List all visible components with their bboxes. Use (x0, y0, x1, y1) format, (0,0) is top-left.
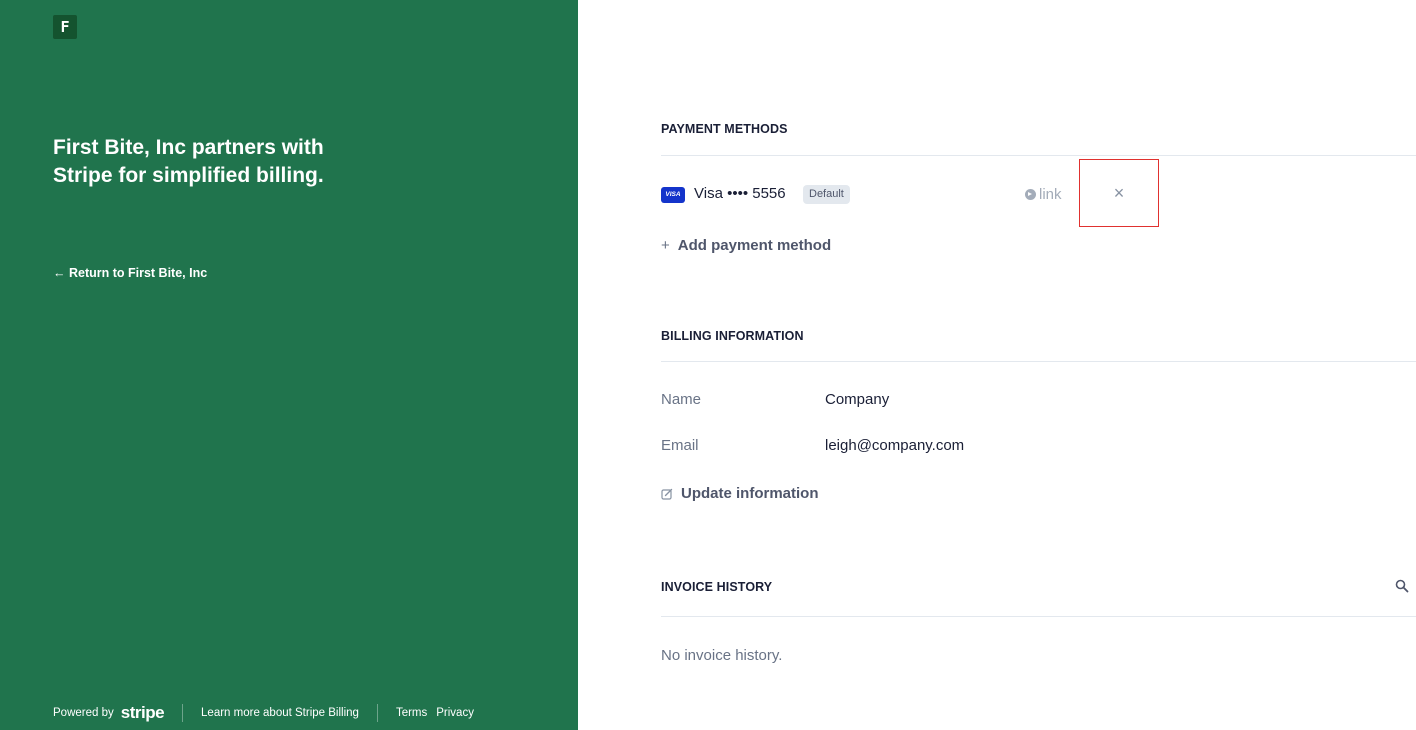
close-icon: × (1113, 182, 1125, 203)
footer-divider (182, 704, 184, 722)
section-divider (661, 616, 1416, 617)
merchant-logo: F (53, 15, 77, 39)
plus-icon: + (661, 237, 670, 254)
link-icon (1025, 189, 1036, 200)
add-payment-method-button[interactable]: + Add payment method (661, 237, 831, 254)
update-information-button[interactable]: Update information (661, 485, 819, 502)
terms-link[interactable]: Terms (396, 707, 427, 719)
logo-letter: F (60, 18, 70, 36)
invoice-history-title: INVOICE HISTORY (661, 580, 773, 594)
email-label: Email (661, 437, 699, 454)
add-payment-method-label: Add payment method (677, 237, 832, 254)
name-value: Company (825, 391, 890, 408)
remove-payment-method-button[interactable]: × (1079, 159, 1159, 227)
brand-headline: First Bite, Inc partners with Stripe for… (53, 136, 324, 187)
update-information-label: Update information (681, 485, 819, 502)
section-divider (661, 155, 1416, 156)
payment-methods-title: PAYMENT METHODS (661, 122, 788, 136)
privacy-link[interactable]: Privacy (436, 707, 474, 719)
empty-invoice-message: No invoice history. (661, 647, 783, 664)
return-to-merchant-link[interactable]: ← Return to First Bite, Inc (53, 266, 207, 280)
card-label: Visa •••• 5556 (694, 185, 786, 202)
edit-icon (661, 488, 673, 500)
stripe-logo: stripe (120, 703, 165, 722)
footer: Powered by stripe Learn more about Strip… (53, 700, 474, 726)
search-icon[interactable] (1395, 579, 1409, 593)
visa-card-icon: VISA (661, 187, 685, 203)
brand-panel: F First Bite, Inc partners with Stripe f… (0, 0, 578, 730)
powered-by-text: Powered by (53, 707, 114, 719)
default-badge: Default (803, 185, 850, 204)
link-wallet-badge: link (1025, 186, 1062, 203)
name-label: Name (661, 391, 702, 408)
billing-information-title: BILLING INFORMATION (661, 329, 804, 343)
link-wallet-label: link (1039, 186, 1062, 203)
section-divider (661, 361, 1416, 362)
footer-divider (376, 704, 378, 722)
learn-more-link[interactable]: Learn more about Stripe Billing (201, 707, 359, 719)
email-value: leigh@company.com (825, 437, 965, 454)
payment-method-row: VISA Visa •••• 5556 Default link (661, 183, 1261, 207)
powered-by-stripe[interactable]: Powered by stripe (53, 703, 165, 723)
